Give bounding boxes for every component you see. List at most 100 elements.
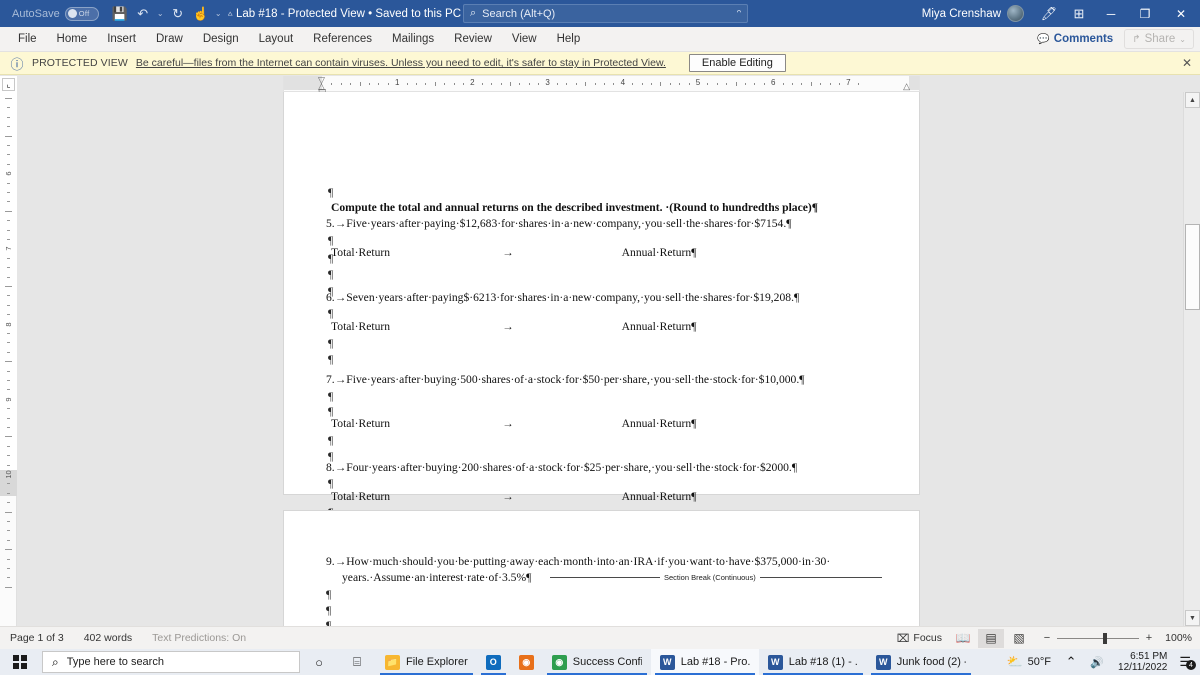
ruler-tick: [7, 304, 10, 306]
tab-insert[interactable]: Insert: [97, 29, 146, 49]
right-indent-marker[interactable]: △: [903, 81, 910, 92]
cortana-icon[interactable]: ○: [300, 649, 338, 675]
ruler-tick: [792, 83, 793, 85]
taskbar-item-word-junk-food-2[interactable]: W Junk food (2) - ...: [867, 649, 975, 675]
ruler-tick: [7, 229, 10, 231]
volume-icon[interactable]: 🔊: [1084, 649, 1110, 675]
ruler-tick: [7, 267, 10, 269]
page-scroll-area: ¶ Compute the total and annual returns on…: [17, 92, 1183, 626]
print-layout-icon[interactable]: ▤: [978, 628, 1004, 648]
customize-qat-icon[interactable]: ⩟: [225, 3, 236, 24]
tab-review[interactable]: Review: [444, 29, 502, 49]
tab-design[interactable]: Design: [193, 29, 249, 49]
share-icon: ↱: [1132, 33, 1141, 45]
tab-selector-icon[interactable]: ⌞: [2, 78, 15, 91]
close-icon[interactable]: ✕: [1182, 56, 1192, 70]
tab-references[interactable]: References: [303, 29, 382, 49]
tab-file[interactable]: File: [8, 29, 47, 49]
zoom-slider[interactable]: − +: [1042, 632, 1154, 644]
touch-mouse-mode-icon[interactable]: ☝: [190, 3, 212, 24]
search-icon: ⌕: [470, 7, 477, 19]
show-hidden-icons-chevron-up-icon[interactable]: ⌃: [1058, 649, 1084, 675]
ruler-tick: [7, 558, 10, 560]
web-layout-icon[interactable]: ▧: [1006, 629, 1032, 648]
taskbar-item-label: File Explorer: [406, 656, 468, 668]
tab-draw[interactable]: Draw: [146, 29, 193, 49]
zoom-thumb[interactable]: [1103, 632, 1107, 644]
save-icon[interactable]: 💾: [109, 3, 131, 24]
weather-temperature: 50°F: [1027, 656, 1052, 668]
taskbar-clock[interactable]: 6:51 PM 12/11/2022: [1110, 651, 1175, 674]
ruler-number: 8: [4, 322, 13, 327]
zoom-track[interactable]: [1057, 632, 1139, 644]
comments-button[interactable]: 💬 Comments: [1030, 30, 1120, 48]
avatar[interactable]: [1007, 5, 1024, 22]
ruler-tick: [585, 82, 587, 86]
taskbar-search-placeholder: Type here to search: [66, 656, 164, 668]
microphone-icon[interactable]: ᵔ: [737, 8, 741, 20]
redo-icon[interactable]: ↻: [167, 3, 189, 24]
document-title-area[interactable]: Lab #18 - Protected View • Saved to this…: [236, 0, 472, 27]
taskbar-item-file-explorer[interactable]: 📁 File Explorer: [376, 649, 477, 675]
page-indicator[interactable]: Page 1 of 3: [0, 632, 74, 644]
taskbar-search-input[interactable]: ⌕ Type here to search: [42, 651, 300, 673]
text-predictions-status[interactable]: Text Predictions: On: [142, 632, 256, 644]
ruler-tick: [5, 210, 12, 212]
tab-help[interactable]: Help: [547, 29, 591, 49]
enable-editing-button[interactable]: Enable Editing: [688, 54, 786, 72]
vertical-scrollbar[interactable]: ▲ ▼: [1183, 92, 1200, 626]
taskbar-item-word-lab-18-1[interactable]: W Lab #18 (1) - ...: [759, 649, 867, 675]
tab-home[interactable]: Home: [47, 29, 98, 49]
restore-button[interactable]: ❐: [1128, 0, 1162, 27]
ruler-number: 5: [695, 78, 701, 87]
tab-layout[interactable]: Layout: [249, 29, 304, 49]
window-layout-icon[interactable]: ⊞: [1064, 0, 1094, 27]
vertical-ruler[interactable]: ⌞ 6 7 8 9 10: [0, 76, 17, 626]
clock-time: 6:51 PM: [1130, 650, 1168, 662]
ruler-tick: [735, 82, 737, 86]
scroll-up-icon[interactable]: ▲: [1185, 92, 1200, 108]
scroll-down-icon[interactable]: ▼: [1185, 610, 1200, 626]
focus-button[interactable]: ⌧ Focus: [897, 632, 948, 645]
taskbar-item-word-lab-18-protected[interactable]: W Lab #18 - Pro...: [650, 649, 759, 675]
share-button[interactable]: ↱ Share ⌄: [1124, 29, 1194, 49]
protected-view-label: PROTECTED VIEW: [32, 57, 128, 69]
section-break-line-right: [759, 577, 882, 579]
horizontal-ruler-ticks: 1 2 3 4 5 6 7: [284, 76, 919, 91]
close-button[interactable]: ✕: [1162, 0, 1200, 27]
tab-view[interactable]: View: [502, 29, 547, 49]
minimize-button[interactable]: ─: [1094, 0, 1128, 27]
read-mode-icon[interactable]: 📖: [950, 629, 976, 648]
undo-dropdown-icon[interactable]: ⌄: [155, 3, 166, 24]
annual-return-label: Annual·Return¶: [621, 490, 697, 503]
empty-paragraph-mark: ¶: [326, 588, 332, 601]
taskbar-item-firefox[interactable]: ◉: [510, 649, 543, 675]
ruler-tick: [7, 483, 10, 485]
ruler-tick: [7, 464, 10, 466]
autosave-control[interactable]: AutoSave Off: [0, 6, 99, 21]
autosave-toggle[interactable]: Off: [64, 6, 99, 21]
scrollbar-thumb[interactable]: [1185, 224, 1200, 310]
search-input[interactable]: ⌕ Search (Alt+Q) ᵔ: [463, 4, 748, 23]
zoom-out-button[interactable]: −: [1042, 632, 1052, 644]
tab-mailings[interactable]: Mailings: [382, 29, 444, 49]
start-button[interactable]: [0, 649, 40, 675]
taskbar-item-chrome-success-confirmation[interactable]: ◉ Success Confir...: [543, 649, 651, 675]
horizontal-ruler[interactable]: 1234567 ▽ △ ▭ △: [283, 76, 920, 95]
instructions-heading: Compute the total and annual returns on …: [331, 201, 819, 214]
ruler-tick: [7, 389, 10, 391]
undo-icon[interactable]: ↶: [132, 3, 154, 24]
taskbar-item-outlook[interactable]: O: [477, 649, 510, 675]
zoom-level[interactable]: 100%: [1160, 632, 1192, 644]
ruler-tick: [754, 83, 756, 85]
notification-center-icon[interactable]: ☰ 4: [1175, 654, 1200, 670]
ribbon-display-options-icon[interactable]: 🖊: [1034, 0, 1064, 27]
zoom-in-button[interactable]: +: [1144, 632, 1154, 644]
document-page-1[interactable]: ¶ Compute the total and annual returns on…: [283, 92, 920, 549]
touch-mode-dropdown-icon[interactable]: ⌄: [213, 3, 224, 24]
word-count[interactable]: 402 words: [74, 632, 142, 644]
account-name[interactable]: Miya Crenshaw: [922, 8, 1001, 20]
weather-widget[interactable]: ⛅ 50°F: [999, 654, 1058, 670]
document-page-2[interactable]: 9.→How·much·should·you·be·putting·away·e…: [283, 510, 920, 626]
task-view-icon[interactable]: ⌸: [338, 649, 376, 675]
